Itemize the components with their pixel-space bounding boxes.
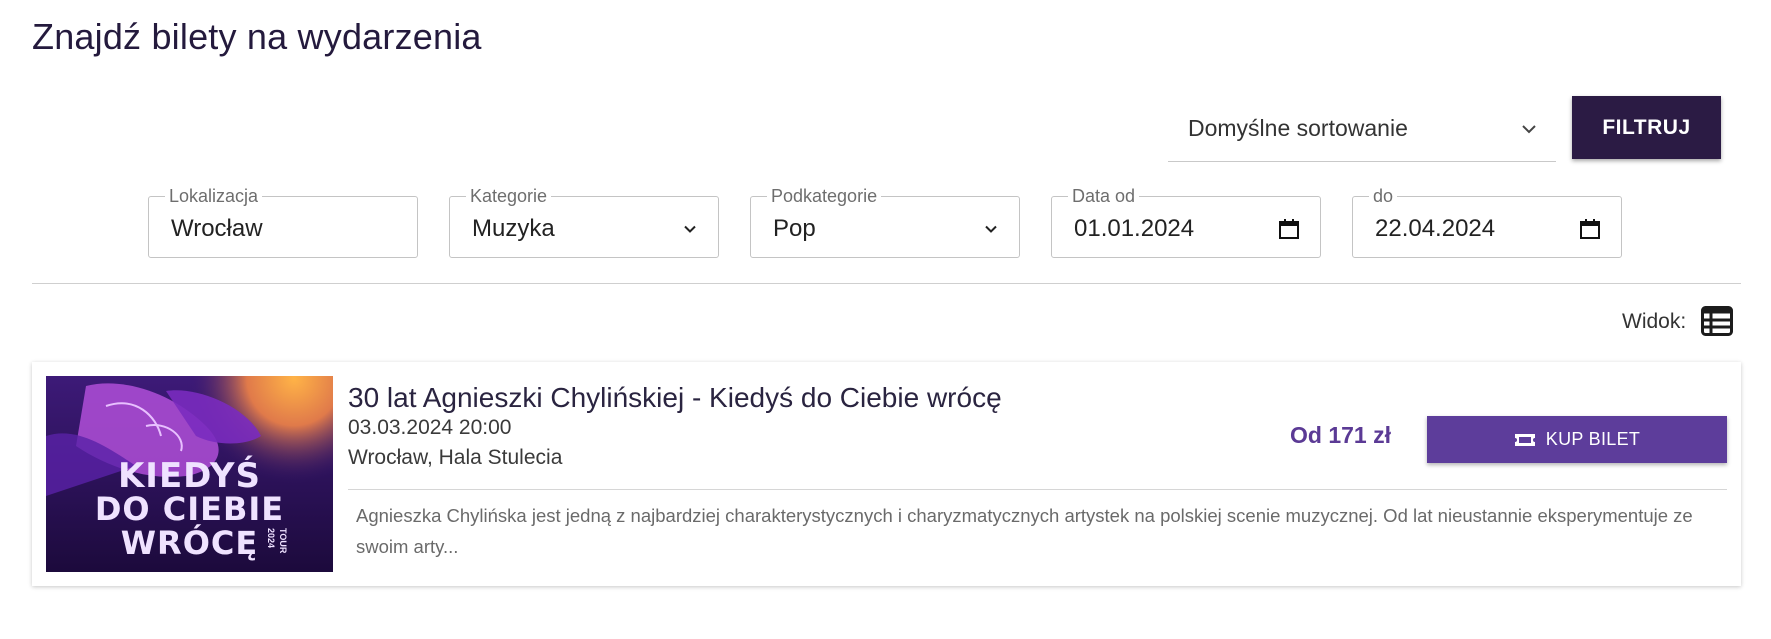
event-price: Od 171 zł <box>1290 422 1391 448</box>
ticket-icon <box>1514 433 1535 446</box>
category-label: Kategorie <box>466 183 552 209</box>
category-select[interactable]: Kategorie Muzyka <box>449 183 719 258</box>
chevron-down-icon <box>1522 124 1536 133</box>
location-label: Lokalizacja <box>165 183 263 209</box>
card-divider <box>348 489 1727 490</box>
event-date: 03.03.2024 20:00 <box>348 416 512 439</box>
date-from-input[interactable]: 01.01.2024 <box>1052 215 1278 243</box>
date-to-input[interactable]: 22.04.2024 <box>1353 215 1579 243</box>
subcategory-select[interactable]: Podkategorie Pop <box>750 183 1020 258</box>
event-place: Wrocław, Hala Stulecia <box>348 446 563 469</box>
sort-select-value: Domyślne sortowanie <box>1188 115 1408 141</box>
poster-title-line-2: DO CIEBIE <box>94 490 285 528</box>
filter-button[interactable]: FILTRUJ <box>1572 96 1721 159</box>
event-card[interactable]: KIEDYŚ DO CIEBIE WRÓCĘ 2024 TOUR 30 lat … <box>32 362 1741 586</box>
view-label: Widok: <box>1622 310 1687 333</box>
poster-year: 2024 <box>266 528 276 549</box>
calendar-icon[interactable] <box>1579 218 1601 240</box>
page-title: Znajdź bilety na wydarzenia <box>32 16 482 57</box>
sort-select[interactable]: Domyślne sortowanie <box>1168 96 1556 162</box>
list-view-icon[interactable] <box>1701 306 1733 336</box>
date-from-field[interactable]: Data od 01.01.2024 <box>1051 183 1321 258</box>
date-to-field[interactable]: do 22.04.2024 <box>1352 183 1622 258</box>
buy-ticket-button[interactable]: KUP BILET <box>1427 416 1727 463</box>
event-poster-image[interactable]: KIEDYŚ DO CIEBIE WRÓCĘ 2024 TOUR <box>46 376 333 572</box>
subcategory-label: Podkategorie <box>767 183 882 209</box>
event-title[interactable]: 30 lat Agnieszki Chylińskiej - Kiedyś do… <box>348 382 1002 414</box>
buy-ticket-label: KUP BILET <box>1545 429 1641 449</box>
calendar-icon[interactable] <box>1278 218 1300 240</box>
poster-title-line-3: WRÓCĘ <box>120 524 259 562</box>
filters-divider <box>32 283 1741 284</box>
location-field[interactable]: Lokalizacja Wrocław <box>148 183 418 258</box>
category-value: Muzyka <box>472 215 555 242</box>
date-from-label: Data od <box>1068 183 1140 209</box>
event-description: Agnieszka Chylińska jest jedną z najbard… <box>356 505 1693 557</box>
location-input[interactable]: Wrocław <box>149 215 417 243</box>
chevron-down-icon <box>682 221 698 237</box>
poster-tour: TOUR <box>278 528 288 554</box>
poster-title-line-1: KIEDYŚ <box>117 456 262 496</box>
date-to-label: do <box>1369 183 1398 209</box>
page: Znajdź bilety na wydarzenia Domyślne sor… <box>0 0 1771 639</box>
chevron-down-icon <box>983 221 999 237</box>
subcategory-value: Pop <box>773 215 816 242</box>
